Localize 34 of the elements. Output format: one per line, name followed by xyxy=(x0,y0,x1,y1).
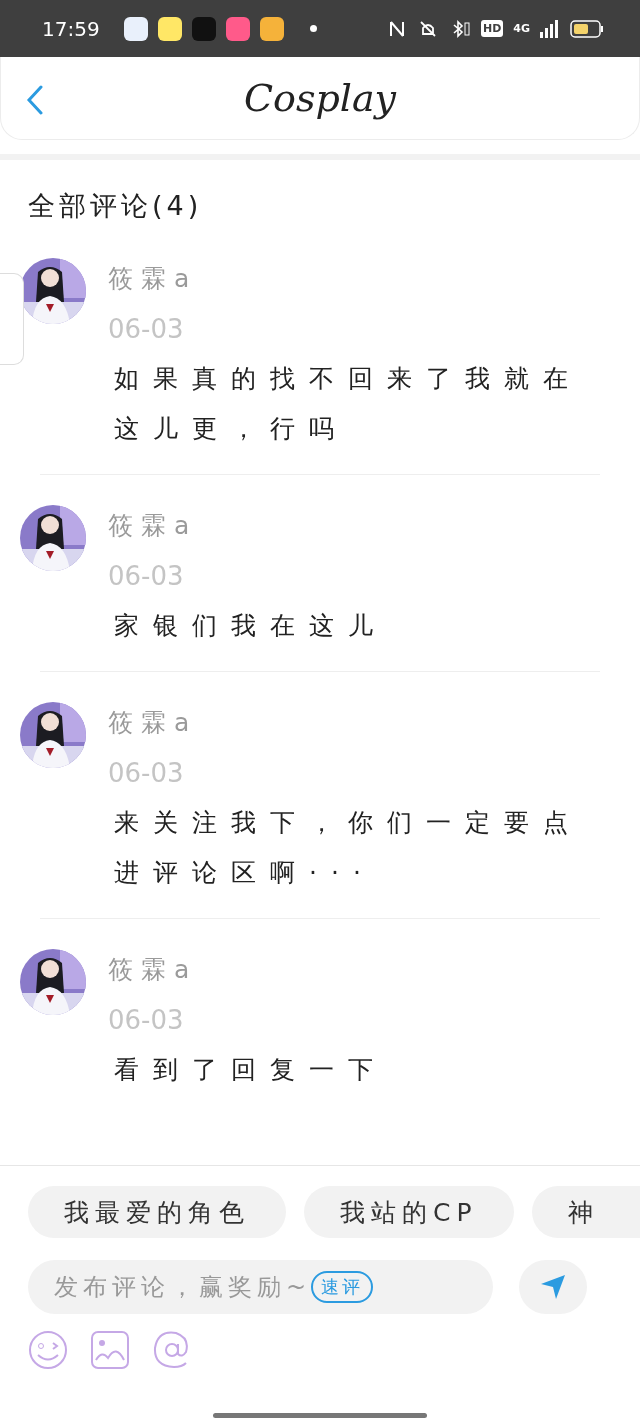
comment-text: 看到了回复一下 xyxy=(113,1054,388,1086)
comment-text: 如果真的找不回来了我就在这儿更，行吗 xyxy=(113,363,583,445)
user-name: 筱霖a xyxy=(108,707,198,739)
signal-icon xyxy=(540,19,560,38)
app-icon xyxy=(259,16,284,41)
app-icon xyxy=(123,16,148,41)
user-name: 筱霖a xyxy=(108,954,198,986)
network-label: 4G xyxy=(513,22,530,35)
page-title: Cosplay xyxy=(243,76,397,120)
user-name: 筱霖a xyxy=(108,263,198,295)
comment-date: 06-03 xyxy=(108,560,184,593)
app-icon xyxy=(157,16,182,41)
nfc-icon xyxy=(388,19,405,38)
image-icon[interactable] xyxy=(90,1330,130,1370)
battery-icon xyxy=(570,19,604,38)
emoji-icon[interactable] xyxy=(28,1330,68,1370)
app-icon xyxy=(191,16,216,41)
app-icon xyxy=(225,16,250,41)
user-name: 筱霖a xyxy=(108,510,198,542)
back-icon[interactable] xyxy=(25,85,45,115)
side-handle[interactable] xyxy=(0,273,24,365)
comment-date: 06-03 xyxy=(108,1004,184,1037)
status-time: 17:59 xyxy=(42,16,100,41)
suggestion-chip[interactable]: 我站的CP xyxy=(304,1186,514,1238)
section-title: 全部评论(4) xyxy=(27,189,204,223)
suggestion-chip[interactable]: 我最爱的角色 xyxy=(28,1186,286,1238)
send-button[interactable] xyxy=(519,1260,587,1314)
notification-dot xyxy=(309,25,317,32)
hd-badge: HD xyxy=(480,20,504,37)
comment-date: 06-03 xyxy=(108,313,184,346)
comment-date: 06-03 xyxy=(108,757,184,790)
comment-text: 家银们我在这儿 xyxy=(113,610,388,642)
comment-text: 来关注我下，你们一定要点进评论区啊··· xyxy=(113,807,583,889)
suggestion-chip[interactable]: 神 xyxy=(531,1186,640,1238)
